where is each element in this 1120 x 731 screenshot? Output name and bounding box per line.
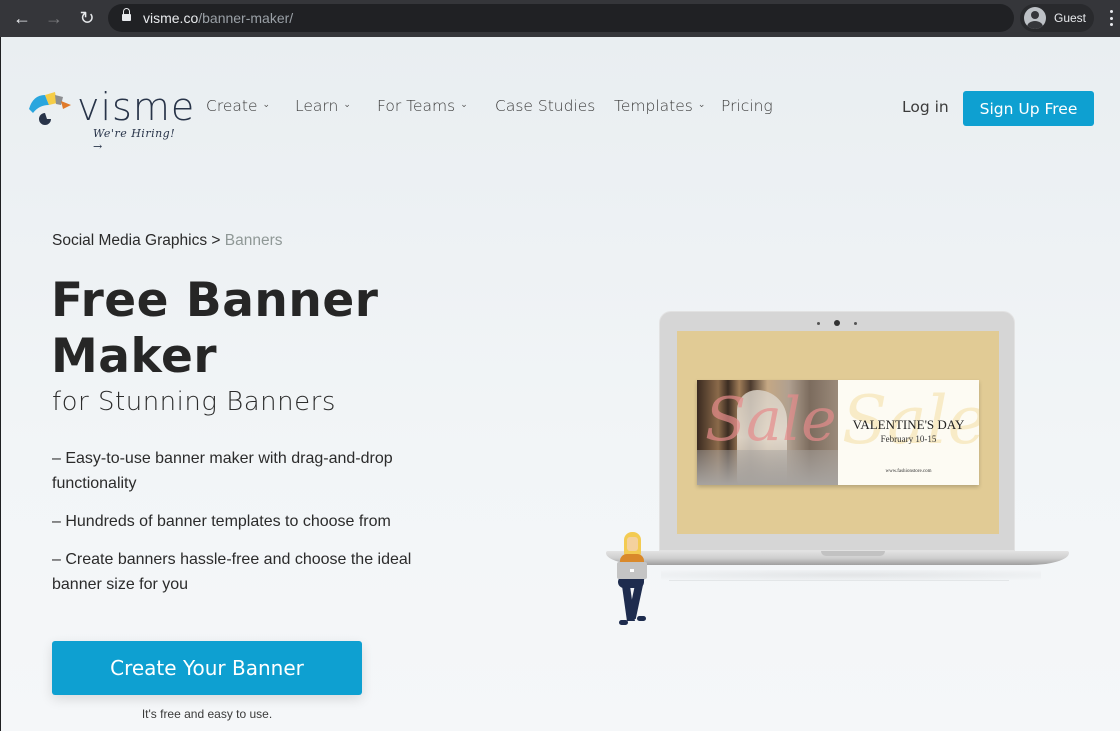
- profile-avatar-icon: [1024, 7, 1046, 29]
- nav-for-teams[interactable]: For Teams ⌄: [377, 97, 468, 115]
- cta-note: It's free and easy to use.: [141, 707, 273, 721]
- nav-templates[interactable]: Templates ⌄: [614, 97, 705, 115]
- breadcrumb-parent-link[interactable]: Social Media Graphics: [52, 232, 207, 249]
- profile-button[interactable]: Guest: [1020, 4, 1094, 32]
- page-title: Free Banner Maker: [51, 273, 379, 384]
- breadcrumb-current: Banners: [224, 232, 283, 249]
- nav-templates-label: Templates: [614, 97, 693, 115]
- visme-logo[interactable]: visme We're Hiring! →: [27, 87, 194, 153]
- feature-item: – Create banners hassle-free and choose …: [52, 551, 412, 593]
- chevron-down-icon: ⌄: [460, 100, 468, 110]
- login-link[interactable]: Log in: [902, 98, 949, 116]
- chevron-down-icon: ⌄: [343, 100, 351, 110]
- breadcrumb: Social Media Graphics > Banners: [52, 232, 282, 250]
- logo-mark-icon: [29, 92, 71, 125]
- nav-create-label: Create: [206, 97, 258, 115]
- nav-case-studies[interactable]: Case Studies: [495, 97, 595, 115]
- hiring-link[interactable]: We're Hiring! →: [93, 127, 187, 153]
- nav-pricing[interactable]: Pricing: [721, 97, 773, 115]
- back-arrow-icon[interactable]: ←: [11, 7, 33, 29]
- page-subtitle: for Stunning Banners: [52, 387, 336, 417]
- nav-create[interactable]: Create ⌄: [206, 97, 270, 115]
- breadcrumb-separator: >: [207, 232, 225, 249]
- chevron-down-icon: ⌄: [697, 100, 706, 110]
- webcam: [660, 320, 1014, 326]
- profile-name: Guest: [1054, 11, 1087, 25]
- browser-toolbar: ← → ↻ visme.co/banner-maker/ Guest: [0, 0, 1120, 37]
- nav-for-teams-label: For Teams: [377, 97, 456, 115]
- page: visme We're Hiring! → Create ⌄ Learn ⌄ F…: [0, 37, 1120, 731]
- laptop-shadow: [661, 570, 1041, 580]
- banner-title: VALENTINE'S DAY: [852, 417, 965, 432]
- laptop-screen: Sale Sale VALENTINE'S DAY February 10-15…: [677, 331, 999, 534]
- person-illustration: [615, 532, 655, 628]
- kebab-menu-icon[interactable]: [1110, 10, 1113, 26]
- feature-item: – Hundreds of banner templates to choose…: [52, 513, 391, 530]
- lock-icon: [122, 8, 131, 23]
- nav-learn[interactable]: Learn ⌄: [295, 97, 351, 115]
- forward-arrow-icon[interactable]: →: [43, 7, 65, 29]
- signup-button[interactable]: Sign Up Free: [963, 91, 1094, 126]
- chevron-down-icon: ⌄: [262, 100, 271, 110]
- sample-banner: Sale Sale VALENTINE'S DAY February 10-15…: [697, 380, 979, 485]
- mini-laptop-icon: [617, 562, 647, 579]
- url-host: visme.co: [143, 10, 199, 26]
- address-bar[interactable]: visme.co/banner-maker/: [108, 4, 1014, 32]
- banner-script-left: Sale: [705, 385, 837, 455]
- create-banner-button[interactable]: Create Your Banner: [52, 641, 362, 695]
- laptop-floor-line: [669, 580, 1009, 581]
- laptop-base: [606, 551, 1069, 565]
- banner-text-panel: Sale VALENTINE'S DAY February 10-15 www.…: [838, 380, 979, 485]
- laptop-illustration: Sale Sale VALENTINE'S DAY February 10-15…: [659, 311, 1015, 551]
- feature-item: – Easy-to-use banner maker with drag-and…: [52, 450, 393, 492]
- logo-text: visme: [77, 85, 196, 129]
- banner-url: www.fashionstore.com: [885, 469, 932, 474]
- url-path: /banner-maker/: [198, 10, 294, 26]
- nav-case-studies-label: Case Studies: [495, 97, 596, 115]
- banner-photo: Sale: [697, 380, 838, 485]
- reload-icon[interactable]: ↻: [76, 7, 98, 29]
- banner-date: February 10-15: [880, 434, 937, 444]
- feature-list: – Easy-to-use banner maker with drag-and…: [52, 446, 432, 610]
- nav-pricing-label: Pricing: [721, 97, 773, 115]
- nav-learn-label: Learn: [295, 97, 339, 115]
